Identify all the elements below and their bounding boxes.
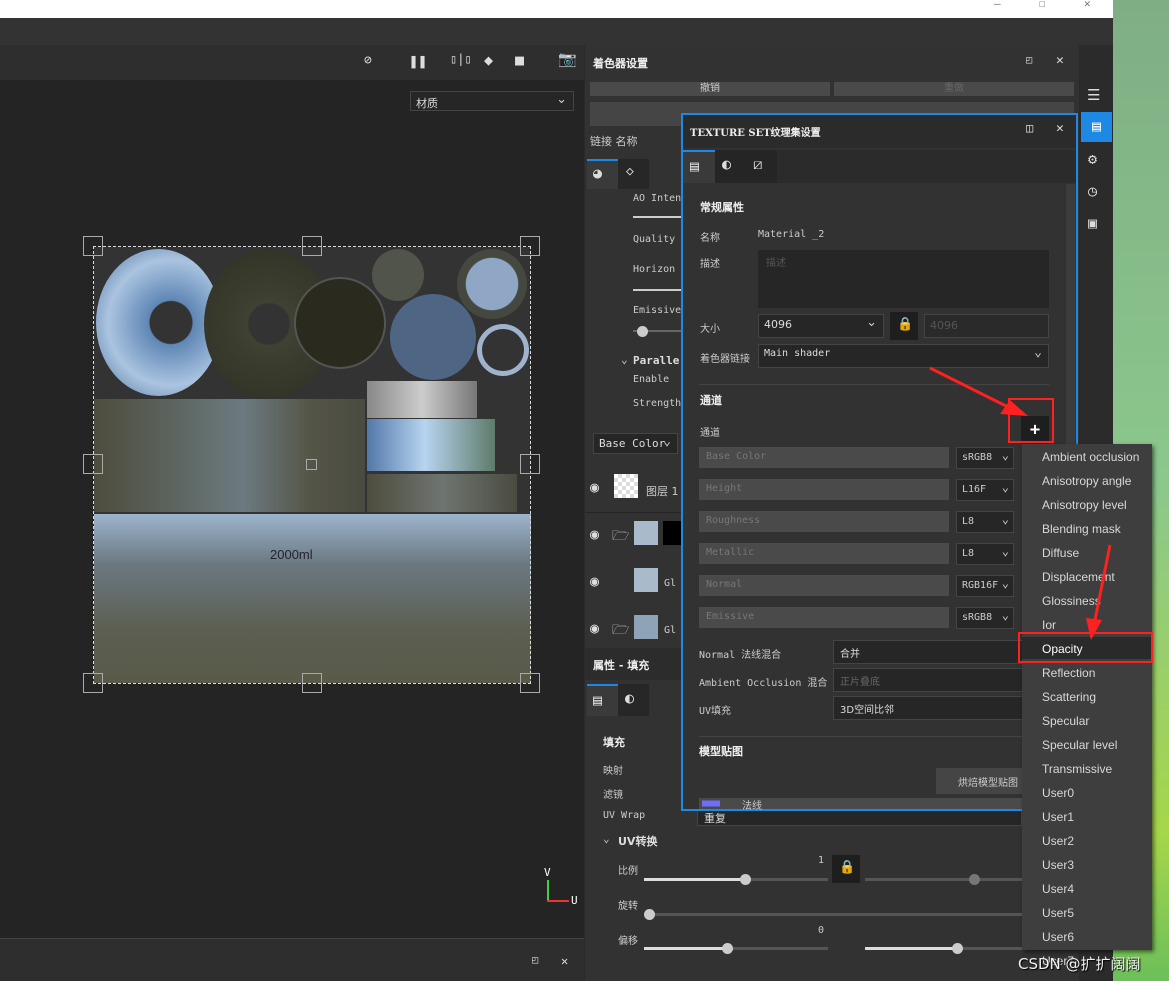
watermark: CSDN @扩扩阔阔 (1018, 955, 1141, 973)
annotation-arrows (929, 366, 1112, 640)
